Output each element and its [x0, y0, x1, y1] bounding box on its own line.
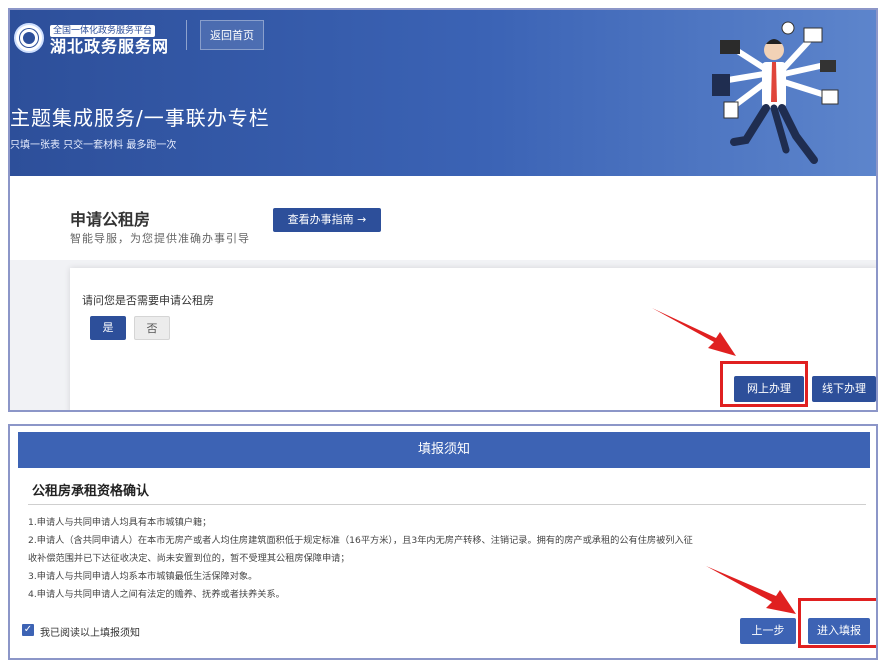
question-card: 请问您是否需要申请公租房 是 否 网上办理 线下办理	[70, 268, 876, 410]
header-divider	[186, 20, 187, 50]
title-divider	[28, 504, 866, 505]
highlight-box-online	[720, 361, 808, 407]
banner-title: 主题集成服务/一事联办专栏	[10, 106, 270, 130]
multitask-businessman-illustration	[712, 21, 839, 164]
question-text: 请问您是否需要申请公租房	[82, 294, 214, 307]
red-arrow-pointer	[652, 308, 736, 356]
banner-subtitle: 只填一张表 只交一套材料 最多跑一次	[10, 140, 177, 151]
home-button[interactable]: 返回首页	[200, 20, 264, 50]
qualification-title: 公租房承租资格确认	[32, 484, 150, 499]
view-guide-button[interactable]: 查看办事指南 →	[273, 208, 381, 232]
red-arrow-pointer	[706, 566, 796, 614]
logo-title: 湖北政务服务网	[50, 37, 170, 56]
agree-checkbox[interactable]: ✓	[22, 624, 34, 636]
logo-tagline: 全国一体化政务服务平台	[50, 25, 156, 37]
rule-item: 1.申请人与共同申请人均具有本市城镇户籍；	[28, 517, 212, 528]
service-title: 申请公租房	[70, 210, 151, 229]
no-button[interactable]: 否	[134, 316, 170, 340]
service-subtitle: 智能导服，为您提供准确办事引导	[70, 232, 250, 245]
emblem-icon	[14, 22, 44, 53]
site-logo[interactable]: 全国一体化政务服务平台 湖北政务服务网	[14, 18, 169, 57]
service-panel: 全国一体化政务服务平台 湖北政务服务网 返回首页 主题集成服务/一事联办专栏 只…	[8, 8, 878, 412]
notice-header: 填报须知	[18, 432, 870, 468]
offline-apply-button[interactable]: 线下办理	[812, 376, 876, 402]
highlight-box-enter	[798, 598, 876, 648]
agree-label[interactable]: 我已阅读以上填报须知	[40, 624, 140, 639]
rule-item: 2.申请人（含共同申请人）在本市无房产或者人均住房建筑面积低于规定标准（16平方…	[28, 535, 693, 546]
banner: 全国一体化政务服务平台 湖北政务服务网 返回首页 主题集成服务/一事联办专栏 只…	[10, 10, 876, 176]
notice-panel: 填报须知 公租房承租资格确认 1.申请人与共同申请人均具有本市城镇户籍； 2.申…	[8, 424, 878, 660]
yes-button[interactable]: 是	[90, 316, 126, 340]
